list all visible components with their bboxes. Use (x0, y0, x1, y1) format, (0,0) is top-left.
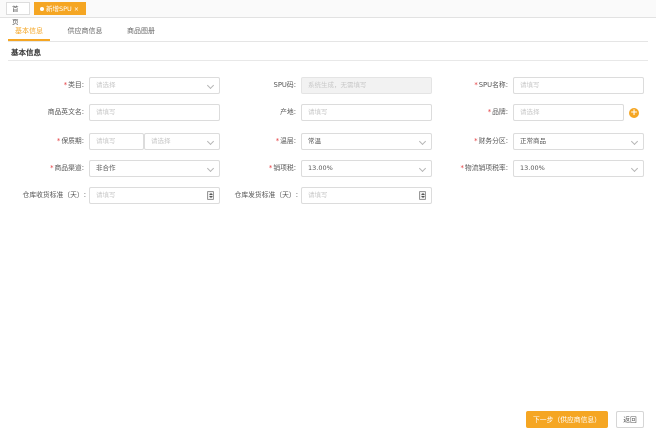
temp-zone-value: 常温 (308, 137, 321, 145)
finance-zone-label-text: 财务分区: (478, 137, 508, 145)
shelf-life-label: *保质期: (20, 133, 84, 150)
category-label-text: 类目: (68, 81, 84, 89)
form-tabs: 基本信息 供应商信息 商品图册 (8, 24, 648, 42)
logistics-tax-label: *物流销项税率: (440, 160, 508, 177)
required-mark: * (460, 164, 464, 172)
required-mark: * (268, 164, 273, 172)
channel-select[interactable]: 非合作 (89, 160, 220, 177)
english-name-label: 商品英文名: (47, 108, 84, 116)
required-mark: * (474, 81, 478, 89)
warehouse-receive-input[interactable]: 请填写 (89, 187, 220, 204)
required-mark: * (50, 164, 54, 172)
logistics-tax-select[interactable]: 13.00% (513, 160, 644, 177)
warehouse-receive-label: 仓库收货标准（天）: (22, 191, 86, 199)
sales-tax-label-text: 销项税: (273, 164, 296, 172)
required-mark: * (63, 81, 68, 89)
page-tab-new-spu[interactable]: 新增SPU × (34, 2, 86, 15)
chevron-down-icon (630, 137, 639, 146)
required-mark: * (56, 137, 61, 145)
spu-name-label: *SPU名称: (440, 77, 508, 94)
required-mark: * (275, 137, 280, 145)
finance-zone-value: 正常商品 (520, 137, 546, 145)
logistics-tax-value: 13.00% (520, 164, 545, 172)
spu-code-input: 系统生成，无需填写 (301, 77, 432, 94)
chevron-down-icon (206, 137, 215, 146)
page-tab-new-spu-label: 新增SPU (46, 5, 72, 13)
temp-zone-label: *温层: (235, 133, 296, 150)
spu-code-label: SPU码: (273, 81, 296, 89)
close-icon[interactable]: × (74, 6, 79, 13)
sales-tax-select[interactable]: 13.00% (301, 160, 432, 177)
spu-name-input[interactable]: 请填写 (513, 77, 644, 94)
sales-tax-label: *销项税: (235, 160, 296, 177)
section-divider (8, 60, 648, 61)
spinner-icon[interactable] (419, 191, 426, 200)
brand-label-text: 品牌: (492, 108, 508, 116)
shelf-life-label-text: 保质期: (61, 137, 84, 145)
chevron-down-icon (418, 164, 427, 173)
back-button[interactable]: 返回 (616, 411, 644, 428)
add-brand-icon[interactable]: + (629, 108, 639, 118)
warehouse-receive-value: 请填写 (96, 191, 116, 199)
tab-basic-info[interactable]: 基本信息 (8, 24, 50, 41)
chevron-down-icon (418, 137, 427, 146)
shelf-life-unit-value: 请选择 (151, 137, 171, 145)
temp-zone-select[interactable]: 常温 (301, 133, 432, 150)
origin-label: 产地: (280, 108, 296, 116)
channel-label-text: 商品渠道: (54, 164, 84, 172)
channel-label: *商品渠道: (20, 160, 84, 177)
temp-zone-label-text: 温层: (280, 137, 296, 145)
spu-name-label-text: SPU名称: (478, 81, 508, 89)
section-title: 基本信息 (11, 48, 41, 57)
channel-value: 非合作 (96, 164, 116, 172)
shelf-life-unit-select[interactable]: 请选择 (144, 133, 220, 150)
chevron-down-icon (206, 81, 215, 90)
chevron-down-icon (206, 164, 215, 173)
warehouse-ship-input[interactable]: 请填写 (301, 187, 432, 204)
category-select[interactable]: 请选择 (89, 77, 220, 94)
required-mark: * (487, 108, 492, 116)
active-dot-icon (40, 7, 44, 11)
warehouse-ship-value: 请填写 (308, 191, 328, 199)
tab-product-images[interactable]: 商品图册 (118, 24, 164, 41)
category-value: 请选择 (96, 81, 116, 89)
logistics-tax-label-text: 物流销项税率: (464, 164, 508, 172)
category-label: *类目: (20, 77, 84, 94)
brand-label: *品牌: (440, 104, 508, 121)
warehouse-ship-label: 仓库发货标准（天）: (234, 191, 298, 199)
shelf-life-input[interactable]: 请填写 (89, 133, 144, 150)
origin-input[interactable]: 请填写 (301, 104, 432, 121)
finance-zone-select[interactable]: 正常商品 (513, 133, 644, 150)
chevron-down-icon (630, 164, 639, 173)
brand-select[interactable]: 请选择 (513, 104, 624, 121)
english-name-input[interactable]: 请填写 (89, 104, 220, 121)
page-tab-home[interactable]: 首页 (6, 2, 30, 26)
required-mark: * (474, 137, 478, 145)
page-tab-bar: 首页 新增SPU × (0, 0, 656, 26)
finance-zone-label: *财务分区: (440, 133, 508, 150)
tab-supplier-info[interactable]: 供应商信息 (54, 24, 116, 41)
spinner-icon[interactable] (207, 191, 214, 200)
next-step-button[interactable]: 下一步（供应商信息） (526, 411, 608, 428)
sales-tax-value: 13.00% (308, 164, 333, 172)
